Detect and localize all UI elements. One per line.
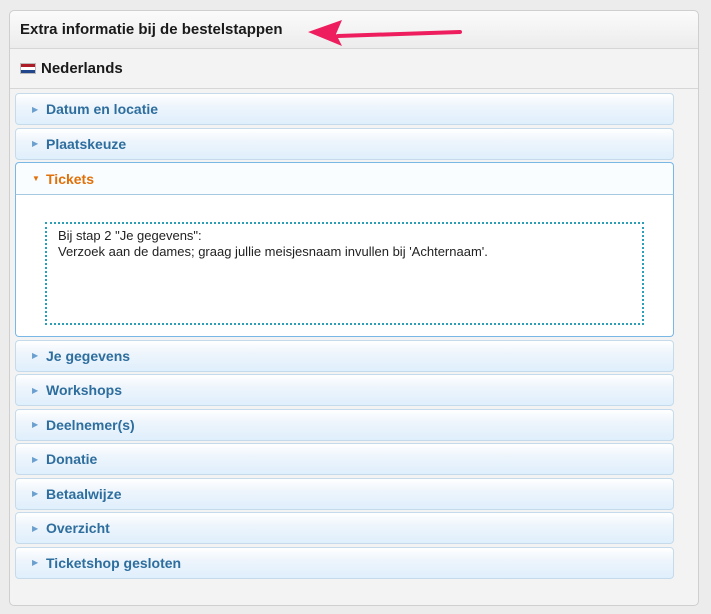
accordion-item-label: Workshops: [46, 382, 122, 398]
accordion-item-deelnemers[interactable]: ▶ Deelnemer(s): [15, 408, 674, 441]
step-accordion: ▶ Datum en locatie ▶ Plaatskeuze ▼ Ticke…: [15, 93, 674, 581]
triangle-right-icon: ▶: [32, 420, 39, 429]
dutch-flag-icon: [20, 63, 36, 74]
accordion-item-label: Ticketshop gesloten: [46, 554, 182, 571]
triangle-right-icon: ▶: [32, 558, 39, 567]
accordion-item-label: Overzicht: [46, 520, 110, 536]
accordion-item-donatie[interactable]: ▶ Donatie: [15, 443, 674, 475]
triangle-right-icon: ▶: [32, 351, 39, 360]
triangle-right-icon: ▶: [32, 385, 39, 395]
tickets-info-editor[interactable]: Bij stap 2 "Je gegevens": Verzoek aan de…: [45, 222, 644, 325]
accordion-item-label: Deelnemer(s): [46, 416, 135, 433]
accordion-item-je-gegevens[interactable]: ▶ Je gegevens: [15, 339, 674, 372]
accordion-item-label: Plaatskeuze: [46, 135, 127, 152]
accordion-item-ticketshop-gesloten[interactable]: ▶ Ticketshop gesloten: [15, 546, 674, 579]
triangle-right-icon: ▶: [32, 489, 39, 498]
language-label: Nederlands: [41, 60, 123, 77]
accordion-item-label: Betaalwijze: [46, 485, 122, 502]
accordion-item-label: Je gegevens: [46, 347, 131, 364]
triangle-right-icon: ▶: [32, 523, 39, 533]
accordion-item-label: Datum en locatie: [46, 101, 159, 117]
triangle-down-icon: ▼: [32, 174, 40, 183]
triangle-right-icon: ▶: [32, 139, 39, 148]
accordion-item-betaalwijze[interactable]: ▶ Betaalwijze: [15, 477, 674, 510]
accordion-item-label: Tickets: [46, 170, 94, 187]
annotation-arrow-icon: [308, 20, 462, 46]
panel-title: Extra informatie bij de bestelstappen: [20, 21, 283, 38]
accordion-item-tickets[interactable]: ▼ Tickets: [15, 162, 674, 194]
accordion-item-plaatskeuze[interactable]: ▶ Plaatskeuze: [15, 127, 674, 160]
language-bar: Nederlands: [10, 49, 698, 89]
triangle-right-icon: ▶: [32, 104, 39, 114]
accordion-item-overzicht[interactable]: ▶ Overzicht: [15, 512, 674, 544]
accordion-item-datum-en-locatie[interactable]: ▶ Datum en locatie: [15, 93, 674, 125]
triangle-right-icon: ▶: [32, 454, 39, 464]
accordion-item-workshops[interactable]: ▶ Workshops: [15, 374, 674, 406]
editor-line: Bij stap 2 "Je gegevens":: [58, 228, 202, 243]
accordion-item-label: Donatie: [46, 451, 98, 467]
accordion-panel-tickets: Bij stap 2 "Je gegevens": Verzoek aan de…: [15, 194, 674, 337]
editor-line: Verzoek aan de dames; graag jullie meisj…: [58, 244, 488, 259]
